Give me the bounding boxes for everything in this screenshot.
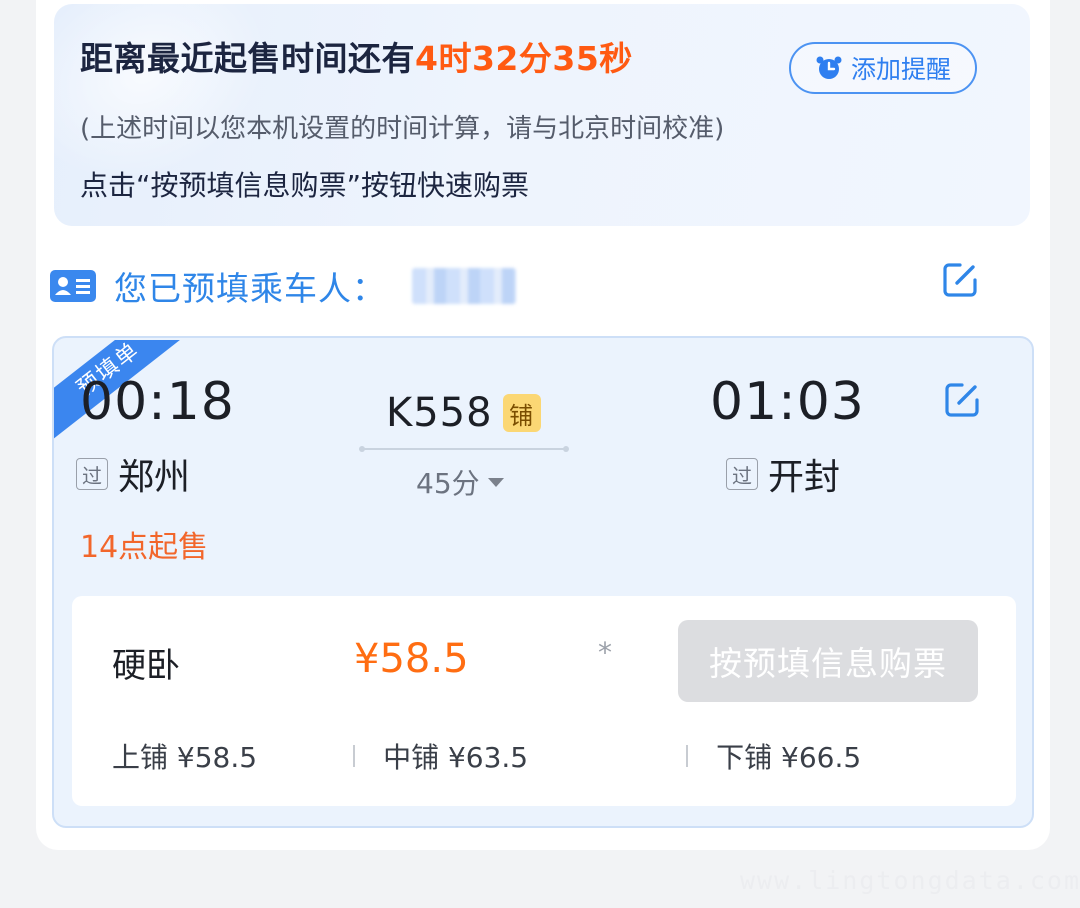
arrival-time: 01:03: [710, 372, 865, 432]
prefilled-passenger-row: 您已预填乘车人：: [50, 258, 990, 314]
countdown-title: 距离最近起售时间还有4时32分35秒: [80, 32, 633, 80]
seat-availability-mark: *: [598, 636, 612, 669]
train-number[interactable]: K558 铺: [386, 390, 541, 436]
via-tag: 过: [726, 458, 758, 490]
sleeper-badge: 铺: [502, 394, 541, 432]
countdown-banner: 距离最近起售时间还有4时32分35秒 添加提醒 (上述时间以您本机设置的时间计算…: [54, 4, 1030, 226]
prefill-order-card: 预填单 00:18 过 郑州 K558 铺 45分 01:03 过 开封 14点…: [52, 336, 1034, 828]
quick-buy-tip: 点击“按预填信息购票”按钮快速购票: [80, 169, 530, 202]
middle-berth-price: 中铺 ¥63.5: [383, 741, 529, 774]
route-line: [359, 446, 569, 452]
seat-panel: 硬卧 ¥58.5 * 按预填信息购票 上铺 ¥58.5 中铺 ¥63.5 下铺 …: [72, 596, 1016, 806]
via-tag: 过: [76, 458, 108, 490]
seat-type: 硬卧: [112, 646, 180, 686]
sale-start-time: 14点起售: [80, 530, 209, 565]
countdown-time: 4时32分35秒: [415, 39, 633, 78]
time-calibration-note: (上述时间以您本机设置的时间计算，请与北京时间校准): [80, 114, 725, 144]
upper-berth-price: 上铺 ¥58.5: [112, 741, 258, 774]
edit-order-icon[interactable]: [942, 380, 982, 420]
duration-dropdown[interactable]: 45分: [416, 462, 504, 502]
departure-station-name: 郑州: [118, 457, 191, 498]
passenger-name-blurred: [412, 268, 516, 304]
arrival-station-name: 开封: [768, 457, 841, 498]
divider: [686, 745, 689, 767]
departure-station: 过 郑州: [76, 448, 190, 500]
lower-berth-price: 下铺 ¥66.5: [716, 741, 862, 774]
edit-passenger-icon[interactable]: [940, 260, 980, 300]
chevron-down-icon: [487, 477, 504, 487]
buy-with-prefill-button[interactable]: 按预填信息购票: [678, 620, 978, 702]
berth-price-row: 上铺 ¥58.5 中铺 ¥63.5 下铺 ¥66.5: [112, 736, 992, 776]
add-reminder-button[interactable]: 添加提醒: [789, 42, 977, 94]
prefilled-passenger-label: 您已预填乘车人：: [114, 269, 386, 308]
countdown-prefix: 距离最近起售时间还有: [80, 39, 415, 78]
id-card-icon: [50, 270, 96, 302]
arrival-station: 过 开封: [726, 448, 840, 500]
watermark: www.lingtongdata.com: [740, 866, 1080, 895]
train-number-label: K558: [386, 390, 493, 436]
seat-price: ¥58.5: [354, 636, 469, 682]
duration-label: 45分: [416, 467, 480, 500]
divider: [353, 745, 356, 767]
add-reminder-label: 添加提醒: [850, 55, 951, 84]
alarm-clock-icon: [816, 56, 842, 79]
departure-time: 00:18: [80, 372, 235, 432]
